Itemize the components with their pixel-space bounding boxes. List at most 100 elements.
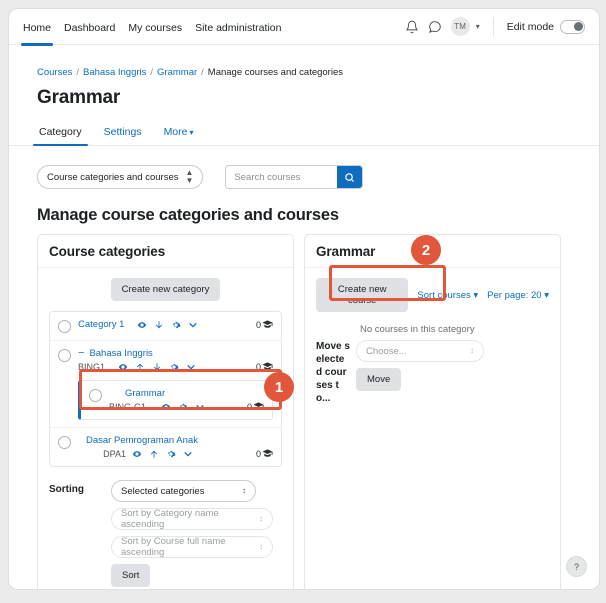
eye-icon[interactable] <box>132 449 142 459</box>
avatar[interactable]: TM <box>450 17 470 36</box>
chevron-down-icon: ▾ <box>473 289 479 301</box>
graduation-cap-icon <box>262 362 273 370</box>
category-name-link[interactable]: Grammar <box>125 388 165 399</box>
course-count: 0 <box>256 448 273 459</box>
messages-chat-icon[interactable] <box>428 20 442 34</box>
user-menu-chevron-down-icon[interactable]: ▾ <box>476 22 480 31</box>
nav-item-my-courses[interactable]: My courses <box>128 11 182 45</box>
category-row-meta: BING1 0 <box>78 361 273 372</box>
collapse-minus-icon[interactable]: − <box>78 348 84 359</box>
navbar-divider <box>492 16 494 37</box>
category-select-radio[interactable] <box>58 436 71 449</box>
breadcrumb-item-grammar[interactable]: Grammar <box>157 67 197 78</box>
course-count-value: 0 <box>255 319 261 330</box>
category-actions <box>137 320 198 330</box>
create-new-course-button[interactable]: Create new course <box>316 278 409 312</box>
gear-icon[interactable] <box>169 362 179 372</box>
category-row-content: Grammar BING-G1 0 <box>109 388 264 412</box>
course-count-value: 0 <box>255 361 261 372</box>
sort-categories-select[interactable]: Sort by Category name ascending ↕ <box>111 508 273 530</box>
move-selected-courses-fields: Choose... ↕ Move <box>350 340 549 391</box>
select-updown-icon: ↕ <box>470 346 474 355</box>
notifications-bell-icon[interactable] <box>405 20 419 34</box>
category-name-link[interactable]: Dasar Pemrograman Anak <box>86 435 198 446</box>
category-name-link[interactable]: Category 1 <box>78 319 124 330</box>
gear-icon[interactable] <box>166 449 176 459</box>
nav-item-home[interactable]: Home <box>20 11 54 46</box>
category-row-grammar[interactable]: Grammar BING-G1 0 <box>78 380 273 420</box>
select-updown-icon: ↕ <box>259 542 263 551</box>
courses-toolbar: Create new course Sort courses ▾ Per pag… <box>316 278 549 312</box>
chevron-down-icon[interactable] <box>195 402 205 412</box>
arrow-up-icon[interactable] <box>135 362 145 372</box>
category-row-bahasa-inggris[interactable]: − Bahasa Inggris BING1 0 Grammar BING-G1… <box>50 341 281 428</box>
chevron-down-icon[interactable] <box>188 320 198 330</box>
breadcrumb-item-courses[interactable]: Courses <box>37 67 72 78</box>
sort-courses-link[interactable]: Sort courses ▾ <box>417 290 478 301</box>
category-actions <box>118 362 196 372</box>
category-courses-body: Create new course Sort courses ▾ Per pag… <box>305 268 560 417</box>
sort-courses-select[interactable]: Sort by Course full name ascending ↕ <box>111 536 273 558</box>
sorting-scope-value: Selected categories <box>121 485 205 497</box>
course-categories-body: Create new category Category 1 0 − Bahas… <box>38 268 293 589</box>
tab-more[interactable]: More ▾ <box>162 121 196 145</box>
nav-item-site-administration[interactable]: Site administration <box>195 11 281 45</box>
eye-icon[interactable] <box>137 320 147 330</box>
category-idnumber: DPA1 <box>103 448 126 459</box>
arrow-up-icon[interactable] <box>149 449 159 459</box>
navbar-actions: TM ▾ Edit mode <box>405 16 585 37</box>
gear-icon[interactable] <box>178 402 188 412</box>
breadcrumb-item-bahasa-inggris[interactable]: Bahasa Inggris <box>83 67 146 78</box>
breadcrumb-separator: / <box>201 67 204 78</box>
gear-icon[interactable] <box>171 320 182 330</box>
category-select-radio[interactable] <box>58 320 71 333</box>
move-button[interactable]: Move <box>356 368 402 391</box>
category-select-radio[interactable] <box>58 349 71 362</box>
sort-courses-value: Sort by Course full name ascending <box>121 536 226 558</box>
view-mode-select[interactable]: Course categories and courses ▲ ▼ <box>37 165 204 189</box>
page-title: Grammar <box>37 87 121 108</box>
sort-button[interactable]: Sort <box>111 564 151 587</box>
arrow-down-icon[interactable] <box>154 320 164 330</box>
course-categories-title: Course categories <box>38 235 293 268</box>
category-row-content: − Bahasa Inggris BING1 0 Grammar BING-G1… <box>78 348 273 420</box>
category-row-content: Dasar Pemrograman Anak DPA1 0 <box>78 435 273 459</box>
search-button[interactable] <box>337 166 363 188</box>
category-select-radio[interactable] <box>89 389 102 402</box>
course-count-value: 0 <box>246 401 252 412</box>
sorting-scope-select[interactable]: Selected categories ↕ <box>111 480 256 502</box>
chevron-down-icon[interactable] <box>186 362 196 372</box>
category-actions <box>132 449 193 459</box>
help-button[interactable]: ? <box>566 556 587 577</box>
graduation-cap-icon <box>262 320 273 328</box>
create-new-category-button[interactable]: Create new category <box>110 278 221 301</box>
toggle-knob <box>574 21 583 31</box>
move-courses-target-select[interactable]: Choose... ↕ <box>356 340 484 362</box>
category-row-dasar-pemrograman-anak[interactable]: Dasar Pemrograman Anak DPA1 0 <box>50 428 281 466</box>
category-row-line: − Bahasa Inggris <box>78 348 273 360</box>
edit-mode-label: Edit mode <box>506 20 554 33</box>
breadcrumb-separator: / <box>150 67 154 78</box>
arrow-down-icon[interactable] <box>152 362 162 372</box>
category-name-link[interactable]: Bahasa Inggris <box>89 348 152 359</box>
edit-mode-control[interactable]: Edit mode <box>506 19 585 34</box>
category-courses-title: Grammar <box>305 235 560 268</box>
nav-item-dashboard[interactable]: Dashboard <box>64 11 115 45</box>
graduation-cap-icon <box>253 402 264 410</box>
eye-icon[interactable] <box>118 362 128 372</box>
top-navbar: Home Dashboard My courses Site administr… <box>9 9 599 46</box>
search-input[interactable] <box>226 166 338 188</box>
category-action-group <box>137 320 198 330</box>
tab-category[interactable]: Category <box>33 121 88 146</box>
tab-settings[interactable]: Settings <box>102 121 144 145</box>
management-panels: Course categories Create new category Ca… <box>37 234 571 589</box>
course-count: 0 <box>256 361 273 372</box>
per-page-link[interactable]: Per page: 20 ▾ <box>487 290 549 301</box>
primary-nav: Home Dashboard My courses Site administr… <box>20 9 281 46</box>
category-row-meta: DPA1 0 <box>78 448 273 459</box>
category-idnumber: BING-G1 <box>109 401 147 412</box>
chevron-down-icon[interactable] <box>183 449 193 459</box>
category-row-category-1[interactable]: Category 1 0 <box>50 312 281 341</box>
eye-icon[interactable] <box>161 402 171 412</box>
edit-mode-toggle[interactable] <box>560 19 585 34</box>
